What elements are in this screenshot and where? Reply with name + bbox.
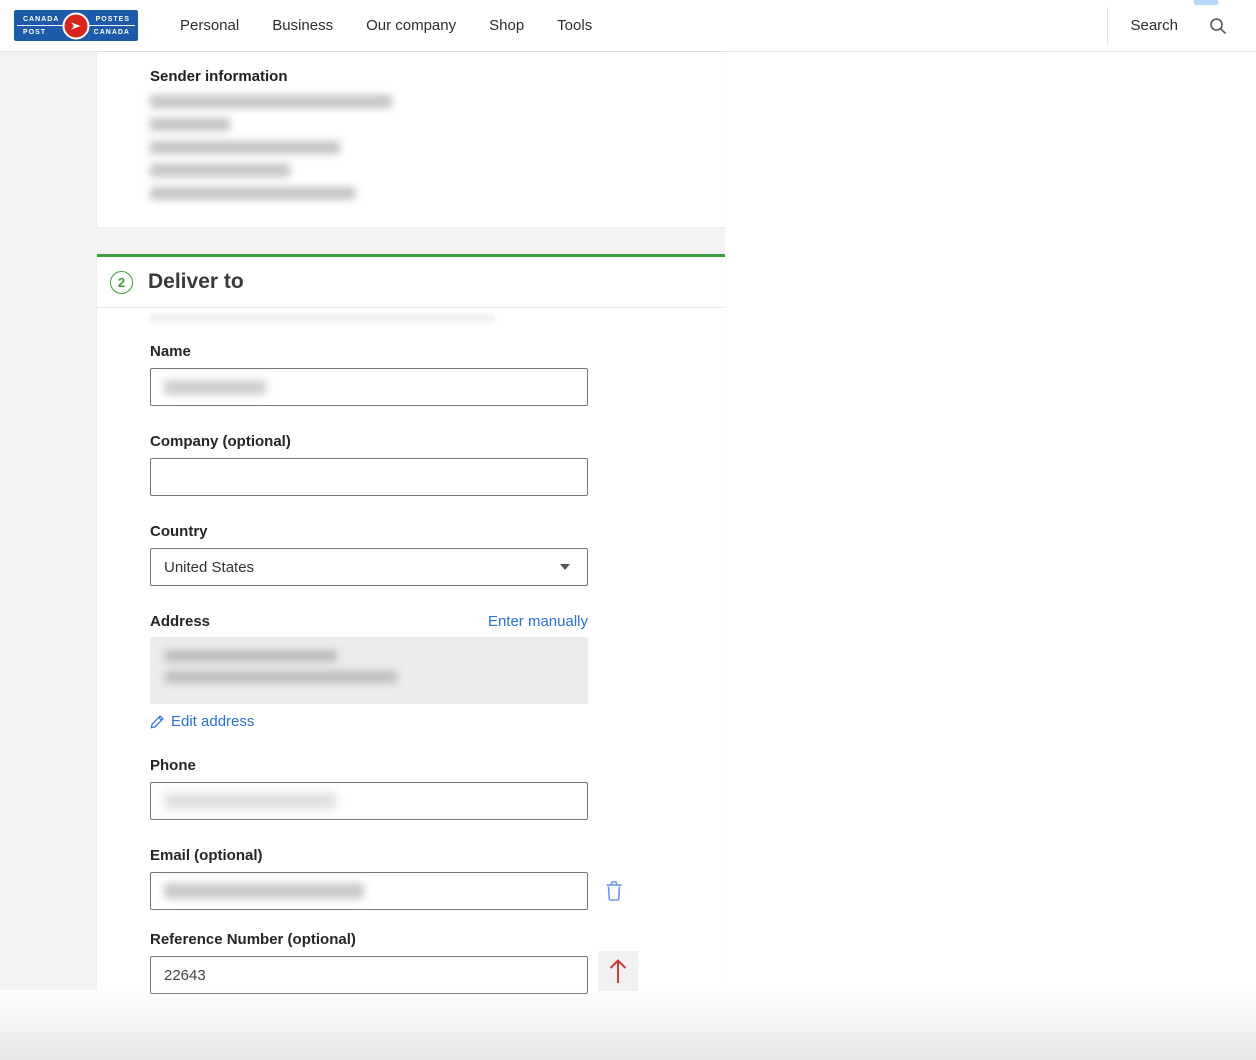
search-icon[interactable] [1208, 16, 1228, 36]
country-selected-value: United States [164, 559, 254, 576]
reference-field-group: Reference Number (optional) [150, 931, 725, 994]
nav-item-our-company[interactable]: Our company [366, 17, 456, 34]
name-field-group: Name [150, 343, 725, 406]
redacted-value [164, 883, 364, 899]
phone-label: Phone [150, 757, 725, 774]
name-input[interactable] [150, 368, 588, 406]
logo-text-canada-top: CANADA [23, 16, 59, 23]
main-nav: Personal Business Our company Shop Tools [180, 17, 592, 34]
phone-input[interactable] [150, 782, 588, 820]
company-input[interactable] [150, 458, 588, 496]
address-field-group: Address Enter manually [150, 613, 725, 730]
address-label-row: Address Enter manually [150, 613, 588, 630]
deliver-to-title: Deliver to [148, 270, 244, 294]
edit-address-link[interactable]: Edit address [171, 713, 254, 730]
deliver-to-form: Name Company (optional) Country United S… [97, 308, 725, 994]
nav-item-personal[interactable]: Personal [180, 17, 239, 34]
logo-wing-icon [63, 12, 90, 39]
site-header: CANADA POST POSTES CANADA Personal Busin… [0, 0, 1256, 52]
up-arrow-icon [607, 958, 629, 984]
bottom-fade [0, 988, 1256, 1060]
address-display-box [150, 637, 588, 704]
email-row [150, 872, 725, 910]
redacted-line [150, 187, 355, 200]
nav-item-shop[interactable]: Shop [489, 17, 524, 34]
redacted-value [164, 793, 336, 809]
top-edge-artifact [1194, 0, 1218, 5]
sender-information-card: Sender information [97, 52, 725, 227]
header-divider [1107, 7, 1108, 45]
search-label[interactable]: Search [1130, 17, 1178, 34]
redacted-address-line [165, 650, 337, 662]
redacted-line [150, 95, 392, 108]
deliver-to-header: 2 Deliver to [97, 257, 725, 308]
redacted-line [150, 141, 340, 154]
logo-text-canada-bottom: CANADA [94, 29, 130, 36]
logo-text-postes: POSTES [96, 16, 130, 23]
country-select[interactable]: United States [150, 548, 588, 586]
nav-item-tools[interactable]: Tools [557, 17, 592, 34]
step-number-badge: 2 [110, 271, 133, 294]
card-gap [97, 227, 725, 254]
enter-manually-link[interactable]: Enter manually [488, 613, 588, 630]
back-to-top-button[interactable] [598, 951, 638, 991]
reference-row [150, 956, 725, 994]
reference-number-label: Reference Number (optional) [150, 931, 725, 948]
chevron-down-icon [560, 564, 570, 570]
edit-address-row: Edit address [150, 713, 725, 730]
pencil-icon [150, 714, 165, 729]
redacted-line [150, 164, 290, 177]
redacted-faint-line [150, 314, 495, 323]
email-input[interactable] [150, 872, 588, 910]
checkout-column: Sender information 2 Deliver to Name [97, 52, 725, 994]
canada-post-logo[interactable]: CANADA POST POSTES CANADA [14, 10, 138, 41]
redacted-line [150, 118, 230, 131]
company-field-group: Company (optional) [150, 433, 725, 496]
email-label: Email (optional) [150, 847, 725, 864]
page-main: Sender information 2 Deliver to Name [0, 52, 1256, 1060]
deliver-to-card: 2 Deliver to Name Company (optional) Cou… [97, 254, 725, 994]
sender-redacted-details [150, 95, 725, 200]
redacted-address-line [165, 671, 397, 683]
reference-number-input[interactable] [150, 956, 588, 994]
email-field-group: Email (optional) [150, 847, 725, 910]
nav-item-business[interactable]: Business [272, 17, 333, 34]
sender-information-title: Sender information [150, 68, 725, 85]
country-field-group: Country United States [150, 523, 725, 586]
company-label: Company (optional) [150, 433, 725, 450]
trash-icon[interactable] [604, 880, 624, 902]
address-label: Address [150, 613, 210, 630]
header-right: Search [1107, 0, 1256, 51]
logo-text-post: POST [23, 29, 46, 36]
country-label: Country [150, 523, 725, 540]
phone-field-group: Phone [150, 757, 725, 820]
redacted-value [164, 380, 266, 395]
name-label: Name [150, 343, 725, 360]
